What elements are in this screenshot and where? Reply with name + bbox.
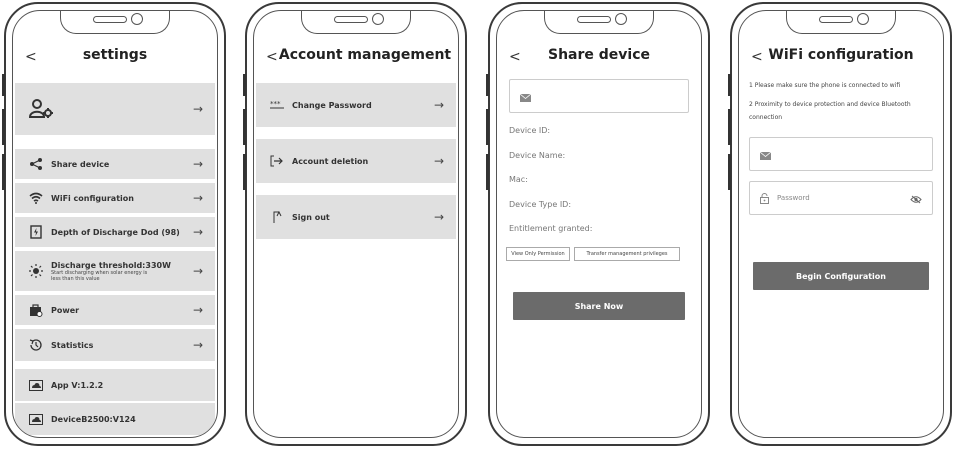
device-name-label: Device Name: [509,151,566,160]
account-deletion-label: Account deletion [292,156,369,166]
header: < WiFi configuration [739,45,943,75]
device-id-label: Device ID: [509,126,551,135]
settings-item-label: Share device [51,159,110,169]
phone-account: < Account management *** Change Password… [243,2,467,446]
change-password-row[interactable]: *** Change Password → [256,83,456,127]
password-placeholder: Password [777,194,810,202]
settings-item-discharge-threshold[interactable]: Discharge threshold:330W Start dischargi… [15,251,215,291]
user-settings-icon [29,98,55,120]
page-title: WiFi configuration [768,47,914,63]
settings-item-statistics[interactable]: Statistics → [15,329,215,361]
speaker [577,16,611,23]
arrow-right-icon: → [192,303,203,317]
transfer-privileges-option[interactable]: Transfer management privileges [574,247,680,261]
cloud-icon [29,378,43,392]
page-title: Share device [547,47,650,63]
settings-item-dod[interactable]: Depth of Discharge Dod (98) → [15,217,215,247]
settings-item-label: WiFi configuration [51,193,134,203]
notch [60,11,170,34]
sign-out-label: Sign out [292,212,330,222]
settings-item-label: Depth of Discharge Dod (98) [51,227,180,237]
speaker [819,16,853,23]
account-deletion-row[interactable]: Account deletion → [256,139,456,183]
header: < settings [13,45,217,75]
email-field[interactable] [749,137,933,171]
arrow-right-icon: → [192,157,203,171]
password-icon: *** [270,98,284,112]
camera [857,13,869,25]
notch [786,11,896,34]
history-icon [29,338,43,352]
notch [544,11,654,34]
phone-wifi: < WiFi configuration 1 Please make sure … [728,2,952,446]
arrow-right-icon: → [192,225,203,239]
entitlement-label: Entitlement granted: [509,224,593,233]
device-type-id-label: Device Type ID: [509,200,572,209]
header: < Share device [497,45,701,75]
sign-out-row[interactable]: Sign out → [256,195,456,239]
wifi-icon [29,191,43,205]
page-title: settings [82,47,148,63]
screen: < Account management *** Change Password… [253,10,459,438]
change-password-label: Change Password [292,100,372,110]
settings-item-share-device[interactable]: Share device → [15,149,215,179]
app-version: App V:1.2.2 [51,380,104,390]
instruction-2: 2 Proximity to device protection and dev… [749,101,911,121]
speaker [334,16,368,23]
page-title: Account management [278,47,452,63]
mail-icon [759,145,772,164]
arrow-right-icon: → [192,102,203,116]
speaker [93,16,127,23]
share-now-button[interactable]: Share Now [513,292,685,320]
settings-item-wifi[interactable]: WiFi configuration → [15,183,215,213]
arrow-right-icon: → [192,264,203,278]
header: < Account management [254,45,458,75]
screen: < WiFi configuration 1 Please make sure … [738,10,944,438]
arrow-right-icon: → [192,338,203,352]
notch [301,11,411,34]
view-only-permission-option[interactable]: View Only Permission [506,247,570,261]
camera [372,13,384,25]
mac-label: Mac: [509,175,528,184]
mail-icon [519,87,532,106]
arrow-right-icon: → [192,191,203,205]
device-version-row: DeviceB2500:V124 [15,403,215,435]
screen: < Share device Device ID: Device Name: M… [496,10,702,438]
cloud-icon [29,412,43,426]
password-field[interactable]: Password [749,181,933,215]
account-row[interactable]: → [15,83,215,135]
settings-item-power[interactable]: Power → [15,295,215,325]
camera [131,13,143,25]
sign-out-icon [270,210,284,224]
sun-icon [29,264,43,278]
battery-icon [29,225,43,239]
settings-item-label: Statistics [51,340,94,350]
device-version: DeviceB2500:V124 [51,414,136,424]
eye-hidden-icon[interactable] [910,189,922,208]
phone-share: < Share device Device ID: Device Name: M… [486,2,710,446]
phone-settings: < settings → Share device → WiFi configu… [2,2,226,446]
instruction-1: 1 Please make sure the phone is connecte… [749,82,901,89]
settings-item-label: Power [51,305,80,315]
app-version-row: App V:1.2.2 [15,369,215,401]
arrow-right-icon: → [433,98,444,112]
share-icon [29,157,43,171]
svg-text:***: *** [270,101,281,108]
arrow-right-icon: → [433,154,444,168]
lock-icon [760,189,769,208]
screen: < settings → Share device → WiFi configu… [12,10,218,438]
arrow-right-icon: → [433,210,444,224]
power-icon [29,303,43,317]
email-field[interactable] [509,79,689,113]
begin-configuration-button[interactable]: Begin Configuration [753,262,929,290]
settings-item-label: Discharge threshold:330W [51,260,171,270]
camera [615,13,627,25]
settings-item-sublabel: Start discharging when solar energy is l… [51,269,148,282]
logout-arrow-icon [270,154,284,168]
